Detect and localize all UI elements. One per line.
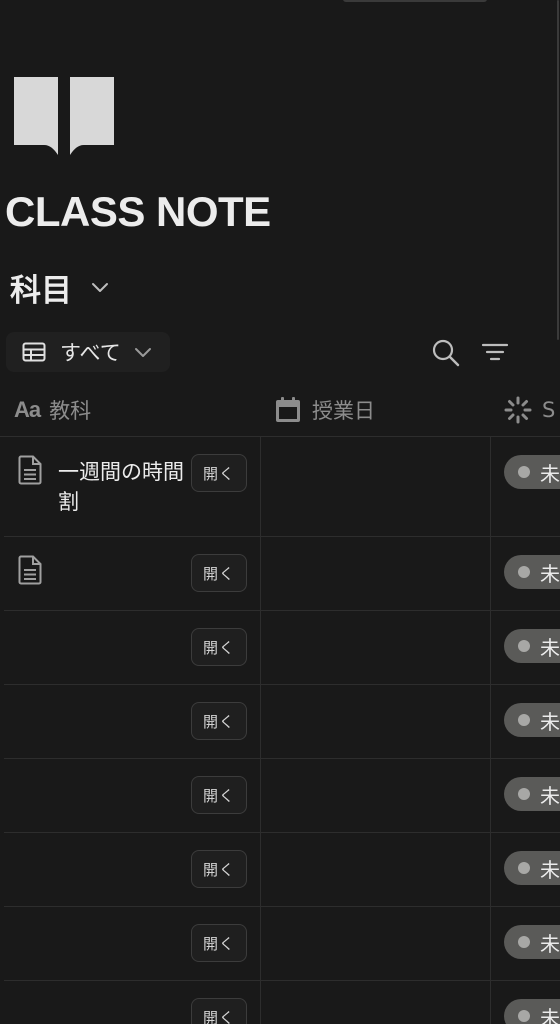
column-label: 授業日 (312, 399, 375, 423)
filter-icon[interactable] (480, 337, 512, 369)
table-row[interactable]: 開く 未 (4, 759, 560, 833)
status-badge[interactable]: 未 (504, 999, 560, 1024)
document-icon (18, 455, 42, 485)
status-label: 未 (540, 635, 560, 660)
status-badge[interactable]: 未 (504, 925, 560, 959)
status-badge[interactable]: 未 (504, 777, 560, 811)
table-row[interactable]: 開く 未 (4, 981, 560, 1024)
status-badge[interactable]: 未 (504, 555, 560, 589)
status-label: 未 (540, 857, 560, 882)
scroll-indicator[interactable] (557, 0, 559, 340)
column-header-subject[interactable]: Aa 教科 (14, 384, 91, 436)
top-handle (343, 0, 487, 2)
status-dot (518, 1010, 530, 1022)
status-label: 未 (540, 931, 560, 956)
open-button[interactable]: 開く (191, 454, 247, 492)
title-aa-icon: Aa (14, 397, 41, 422)
table-body: 一週間の時間割 開く未開く未開く未開く未開く未開く未開く未開く未 (0, 437, 560, 1024)
column-header-date[interactable]: 授業日 (274, 384, 375, 436)
status-badge[interactable]: 未 (504, 629, 560, 663)
open-button[interactable]: 開く (191, 924, 247, 962)
table-row[interactable]: 一週間の時間割 開く 未 (4, 437, 560, 537)
document-icon (18, 555, 42, 585)
open-button[interactable]: 開く (191, 776, 247, 814)
status-label: 未 (540, 461, 560, 486)
view-tab-all[interactable]: すべて (6, 332, 170, 372)
view-tab-label: すべて (60, 341, 121, 365)
status-badge[interactable]: 未 (504, 455, 560, 489)
status-spinner-icon (504, 396, 532, 424)
open-button[interactable]: 開く (191, 998, 247, 1024)
status-label: 未 (540, 783, 560, 808)
page-title[interactable]: CLASS NOTE (5, 188, 271, 236)
status-dot (518, 640, 530, 652)
database-title-row[interactable]: 科目 (10, 264, 110, 310)
column-header-status[interactable]: S (504, 384, 555, 436)
open-button[interactable]: 開く (191, 702, 247, 740)
search-icon[interactable] (430, 337, 462, 369)
status-dot (518, 936, 530, 948)
status-label: 未 (540, 709, 560, 734)
chevron-down-icon (133, 342, 153, 362)
row-title[interactable]: 一週間の時間割 (58, 457, 188, 517)
status-label: 未 (540, 561, 560, 586)
open-button[interactable]: 開く (191, 554, 247, 592)
column-label: 教科 (49, 399, 92, 423)
status-badge[interactable]: 未 (504, 851, 560, 885)
status-label: 未 (540, 1005, 560, 1024)
status-dot (518, 714, 530, 726)
status-dot (518, 466, 530, 478)
status-dot (518, 862, 530, 874)
table-header: Aa 教科 授業日 S (0, 384, 560, 437)
open-button[interactable]: 開く (191, 628, 247, 666)
notion-page: CLASS NOTE 科目 すべて Aa 教科 授業日 S 一週間の時間割 開く… (0, 0, 560, 1024)
book-open-icon[interactable] (14, 75, 114, 157)
column-label: S (542, 398, 556, 422)
table-row[interactable]: 開く 未 (4, 833, 560, 907)
calendar-icon (274, 396, 302, 424)
database-title[interactable]: 科目 (10, 265, 72, 310)
status-badge[interactable]: 未 (504, 703, 560, 737)
table-row[interactable]: 開く 未 (4, 611, 560, 685)
table-row[interactable]: 開く 未 (4, 685, 560, 759)
open-button[interactable]: 開く (191, 850, 247, 888)
table-row[interactable]: 開く 未 (4, 907, 560, 981)
table-row[interactable]: 開く 未 (4, 537, 560, 611)
status-dot (518, 566, 530, 578)
status-dot (518, 788, 530, 800)
chevron-down-icon[interactable] (90, 277, 110, 297)
table-icon (22, 342, 46, 362)
